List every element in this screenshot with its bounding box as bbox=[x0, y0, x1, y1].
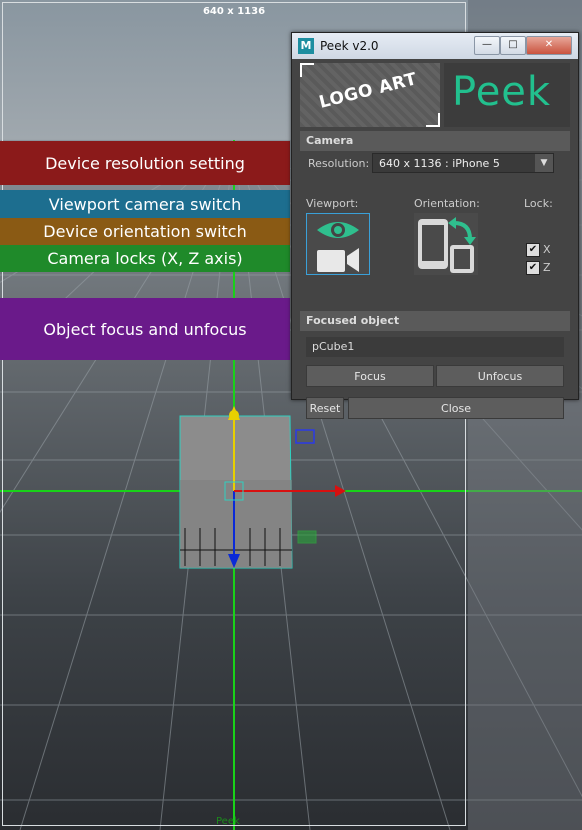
annotation-viewport-camera-switch: Viewport camera switch bbox=[0, 190, 290, 218]
lock-x-checkbox[interactable]: ✔ bbox=[526, 243, 540, 257]
peek-logo-text: Peek bbox=[452, 69, 552, 115]
lock-label: Lock: bbox=[524, 197, 553, 210]
camera-section-header: Camera bbox=[300, 131, 570, 151]
orientation-toggle[interactable] bbox=[414, 213, 478, 275]
close-button[interactable]: Close bbox=[348, 397, 564, 419]
corner-mark-top-left bbox=[300, 63, 314, 77]
resolution-value: 640 x 1136 : iPhone 5 bbox=[379, 157, 500, 170]
chevron-down-icon: ▼ bbox=[535, 154, 553, 172]
eye-camera-icon bbox=[317, 222, 359, 272]
device-rotate-icon bbox=[418, 217, 476, 273]
window-body: LOGO ART Peek Camera Resolution: 640 x 1… bbox=[292, 59, 578, 419]
annotation-camera-locks: Camera locks (X, Z axis) bbox=[0, 245, 290, 272]
corner-mark-bottom-right bbox=[426, 113, 440, 127]
minimize-button[interactable]: — bbox=[474, 36, 500, 55]
orientation-label: Orientation: bbox=[414, 197, 480, 210]
annotation-object-focus: Object focus and unfocus bbox=[0, 298, 290, 360]
close-window-button[interactable]: ✕ bbox=[526, 36, 572, 55]
annotation-resolution-setting: Device resolution setting bbox=[0, 141, 290, 185]
focused-object-section-header: Focused object bbox=[300, 311, 570, 331]
unfocus-button[interactable]: Unfocus bbox=[436, 365, 564, 387]
viewport-label: Viewport: bbox=[306, 197, 359, 210]
focused-object-field[interactable]: pCube1 bbox=[306, 337, 564, 357]
reset-button[interactable]: Reset bbox=[306, 397, 344, 419]
annotation-orientation-switch: Device orientation switch bbox=[0, 218, 290, 245]
viewport-camera-toggle[interactable] bbox=[306, 213, 370, 275]
window-titlebar[interactable]: M Peek v2.0 — □ ✕ bbox=[292, 33, 578, 59]
focus-button[interactable]: Focus bbox=[306, 365, 434, 387]
lock-z-checkbox[interactable]: ✔ bbox=[526, 261, 540, 275]
logo-art-text: LOGO ART bbox=[317, 69, 420, 113]
viewport-bottom-label: Peek bbox=[216, 816, 240, 827]
peek-logo: Peek bbox=[444, 63, 570, 127]
lock-x-label: X bbox=[543, 243, 551, 256]
maximize-button[interactable]: □ bbox=[500, 36, 526, 55]
window-title: Peek v2.0 bbox=[320, 39, 379, 53]
lock-z-label: Z bbox=[543, 261, 551, 274]
resolution-label: Resolution: bbox=[308, 157, 370, 170]
maya-app-icon: M bbox=[298, 38, 314, 54]
peek-window: M Peek v2.0 — □ ✕ LOGO ART Peek Camera R… bbox=[291, 32, 579, 419]
resolution-dropdown[interactable]: 640 x 1136 : iPhone 5 ▼ bbox=[372, 153, 554, 173]
logo-art-image: LOGO ART bbox=[300, 63, 440, 127]
